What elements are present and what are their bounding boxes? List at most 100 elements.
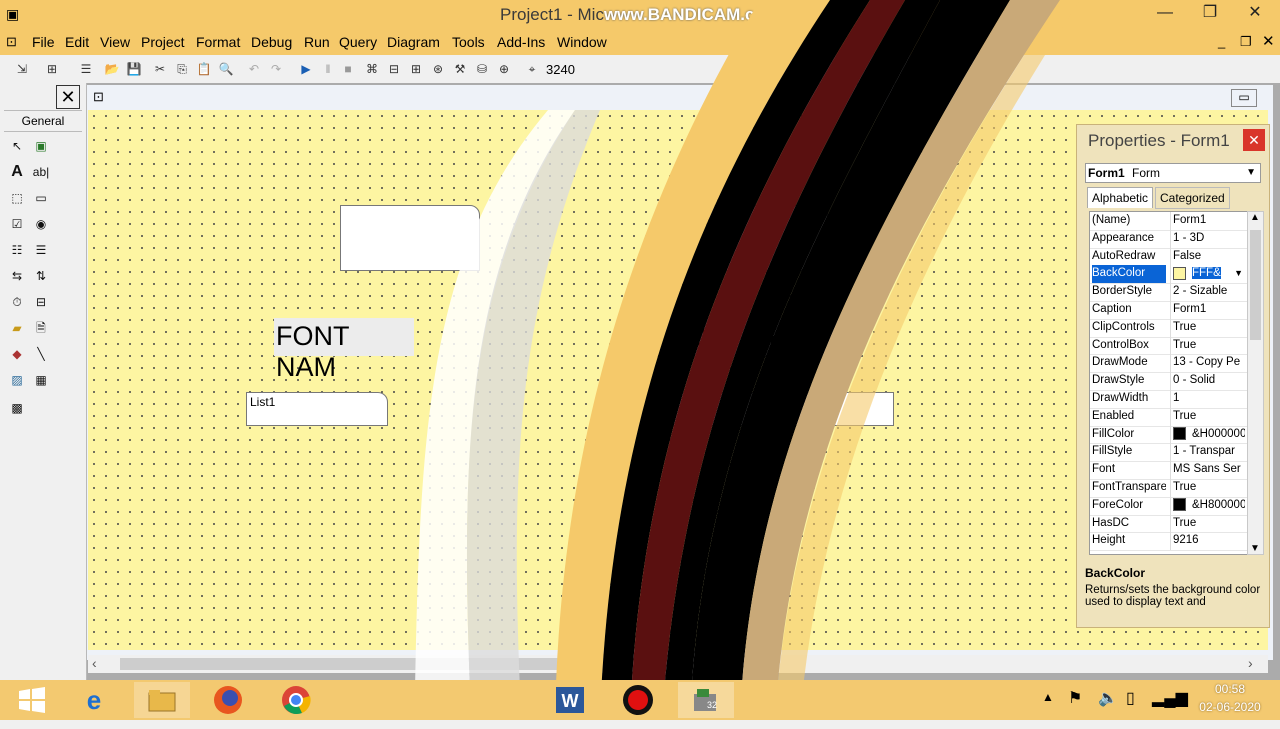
property-row[interactable]: FontTransparent True [1090, 479, 1248, 498]
shape-tool[interactable]: ◆ [6, 343, 28, 365]
menu-editor-icon[interactable]: ☰ [78, 61, 94, 77]
menu-file[interactable]: File [32, 34, 55, 50]
drivelistbox-tool[interactable]: ⊟ [30, 291, 52, 313]
mdi-restore-button[interactable]: ❐ [1240, 34, 1252, 50]
property-value[interactable]: FFF& ▼ [1170, 265, 1245, 284]
picturebox-tool[interactable]: ▣ [30, 135, 52, 157]
object-browser-icon[interactable]: ⊛ [430, 61, 446, 77]
property-value[interactable]: True [1170, 336, 1245, 355]
maximize-button[interactable]: ❐ [1190, 2, 1230, 26]
menu-project[interactable]: Project [141, 34, 185, 50]
filelistbox-tool[interactable]: 🗎 [30, 317, 52, 339]
property-value[interactable]: True [1170, 479, 1245, 497]
component-manager-icon[interactable]: ⊕ [496, 61, 512, 77]
property-value[interactable]: 2 - Sizable [1170, 283, 1245, 301]
undo-icon[interactable]: ↶ [246, 61, 262, 77]
firefox-icon[interactable] [200, 682, 256, 718]
tab-categorized[interactable]: Categorized [1155, 187, 1230, 209]
property-value[interactable]: &H000000 [1170, 425, 1245, 444]
form-window-minimize-button[interactable]: ▭ [1231, 89, 1257, 107]
menu-view[interactable]: View [100, 34, 130, 50]
property-value[interactable]: 9216 [1170, 532, 1245, 551]
hscrollbar-tool[interactable]: ⇆ [6, 265, 28, 287]
hscroll-thumb[interactable] [120, 658, 640, 670]
vscroll-thumb[interactable] [1250, 230, 1261, 340]
redo-icon[interactable]: ↷ [268, 61, 284, 77]
property-value[interactable]: 1 [1170, 390, 1245, 408]
textbox-tool[interactable]: ab| [30, 161, 52, 183]
toolbox-icon[interactable]: ⚒ [452, 61, 468, 77]
property-row[interactable]: Font MS Sans Ser [1090, 461, 1248, 480]
internet-explorer-icon[interactable]: e [66, 682, 122, 718]
form-hscrollbar[interactable]: ‹ › [88, 655, 1268, 673]
scroll-down-icon[interactable]: ▼ [1250, 543, 1260, 554]
listbox-list1[interactable]: List1 [246, 392, 388, 426]
property-row[interactable]: AutoRedraw False [1090, 247, 1248, 267]
property-row[interactable]: BackColor FFF& ▼ [1090, 265, 1248, 285]
find-icon[interactable]: 🔍 [218, 61, 234, 77]
chevron-down-icon[interactable]: ▼ [1234, 265, 1243, 283]
menu-addins[interactable]: Add-Ins [497, 34, 545, 50]
property-value[interactable]: 1 - Transpar [1170, 443, 1245, 462]
frame-tool[interactable]: ⬚ [6, 187, 28, 209]
form-icon[interactable]: ⊡ [6, 34, 17, 50]
chrome-icon[interactable] [268, 682, 324, 718]
copy-icon[interactable]: ⎘ [174, 61, 190, 77]
property-row[interactable]: HasDC True [1090, 514, 1248, 534]
menu-edit[interactable]: Edit [65, 34, 89, 50]
property-row[interactable]: (Name) Form1 [1090, 212, 1248, 231]
network-icon[interactable]: ▂▄▆ [1152, 688, 1188, 708]
start-button[interactable] [4, 682, 60, 718]
end-icon[interactable]: ■ [340, 61, 356, 77]
combobox-tool[interactable]: ☷ [6, 239, 28, 261]
property-row[interactable]: Caption Form1 [1090, 301, 1248, 320]
start-icon[interactable]: ▶ [298, 61, 314, 77]
textbox-2[interactable] [708, 205, 828, 271]
properties-window-icon[interactable]: ⊟ [386, 61, 402, 77]
open-icon[interactable]: 📂 [104, 61, 120, 77]
data-view-icon[interactable]: ⛁ [474, 61, 490, 77]
checkbox-tool[interactable]: ☑ [6, 213, 28, 235]
toolbox-close-button[interactable]: ✕ [56, 85, 80, 109]
volume-icon[interactable]: 🔈 [1098, 688, 1118, 708]
save-icon[interactable]: 💾 [126, 61, 142, 77]
menu-tools[interactable]: Tools [452, 34, 485, 50]
property-row[interactable]: Height 9216 [1090, 532, 1248, 552]
property-row[interactable]: DrawWidth 1 [1090, 390, 1248, 409]
data-tool[interactable]: ▦ [30, 369, 52, 391]
property-value[interactable]: MS Sans Ser [1170, 461, 1245, 479]
minimize-button[interactable]: — [1145, 2, 1185, 26]
menu-debug[interactable]: Debug [251, 34, 292, 50]
property-grid-scrollbar[interactable]: ▲ ▼ [1247, 211, 1264, 555]
cut-icon[interactable]: ✂ [152, 61, 168, 77]
property-value[interactable]: False [1170, 247, 1245, 266]
menu-diagram[interactable]: Diagram [387, 34, 440, 50]
battery-icon[interactable]: ▯ [1126, 688, 1135, 708]
show-hidden-icons[interactable]: ▲ [1042, 690, 1054, 704]
property-row[interactable]: Enabled True [1090, 407, 1248, 427]
property-value[interactable]: True [1170, 407, 1245, 426]
close-button[interactable]: ✕ [1235, 2, 1275, 26]
menu-run[interactable]: Run [304, 34, 330, 50]
property-value[interactable]: Form1 [1170, 212, 1245, 230]
property-row[interactable]: ForeColor &H800000 [1090, 496, 1248, 516]
mdi-minimize-button[interactable]: _ [1218, 34, 1225, 49]
property-value[interactable]: Form1 [1170, 301, 1245, 319]
break-icon[interactable]: ‖ [320, 61, 336, 77]
timer-tool[interactable]: ⏱ [6, 291, 28, 313]
property-row[interactable]: DrawStyle 0 - Solid [1090, 372, 1248, 391]
property-value[interactable]: True [1170, 318, 1245, 337]
listbox-list2[interactable]: List2 [650, 392, 894, 426]
pointer-tool[interactable]: ↖ [6, 135, 28, 157]
textbox-1[interactable] [340, 205, 480, 271]
property-row[interactable]: FillStyle 1 - Transpar [1090, 443, 1248, 463]
mdi-close-button[interactable]: ✕ [1262, 32, 1275, 50]
scroll-up-icon[interactable]: ▲ [1250, 212, 1260, 223]
scroll-left-icon[interactable]: ‹ [92, 655, 97, 671]
line-tool[interactable]: ╲ [30, 343, 52, 365]
ole-tool[interactable]: ▩ [6, 397, 28, 419]
flag-icon[interactable]: ⚑ [1068, 688, 1082, 708]
chevron-down-icon[interactable]: ▼ [1246, 164, 1256, 182]
dirlistbox-tool[interactable]: ▰ [6, 317, 28, 339]
label-font-size[interactable]: FONT SIZE [666, 318, 856, 356]
